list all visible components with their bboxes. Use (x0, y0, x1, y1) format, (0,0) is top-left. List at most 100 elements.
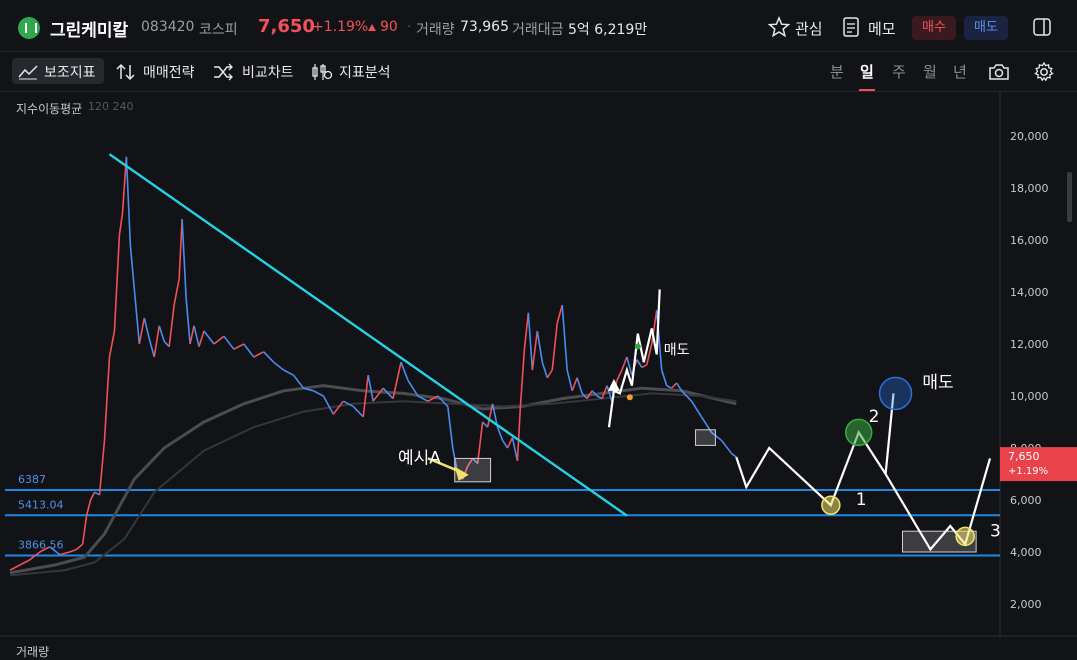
price-segment (163, 340, 170, 348)
price-segment (476, 421, 484, 464)
toolbar-item-indicator[interactable]: 보조지표 (44, 62, 96, 82)
price-segment (181, 219, 187, 298)
period-minute[interactable]: 분 (830, 61, 844, 82)
market-name: 코스피 (199, 22, 238, 38)
price-segment (641, 364, 648, 369)
price-segment (362, 375, 369, 417)
price-segment (158, 325, 165, 342)
header-bar: 그린케미칼 083420 코스피 7,650 +1.19% 90 · 거래량 7… (0, 0, 1077, 52)
price-segment (523, 312, 530, 350)
price-segment (85, 499, 92, 516)
price-segment (527, 312, 534, 371)
price-segment (352, 405, 364, 418)
price-segment (531, 330, 539, 371)
settings-gear-icon[interactable] (1033, 61, 1055, 83)
price-segment (189, 325, 195, 345)
moving-averages (9, 384, 737, 577)
toolbar-item-compare[interactable]: 비교차트 (242, 62, 294, 82)
buy-button[interactable]: 매수 (912, 16, 956, 40)
chart-scrollbar[interactable] (1067, 172, 1072, 222)
support-line-label: 6387 (18, 473, 46, 486)
price-segment (81, 515, 88, 545)
marker-circle (821, 495, 841, 515)
chart-toolbar: 보조지표 매매전략 비교차트 지표분석 분 일 주 월 년 (0, 52, 1077, 92)
price-segment (720, 439, 732, 454)
price-segment (198, 330, 205, 347)
price-segment (233, 343, 245, 350)
toolbar-item-strategy[interactable]: 매매전략 (143, 62, 195, 82)
price-segment (168, 304, 175, 347)
price-segment (9, 564, 21, 571)
price-segment (193, 325, 200, 347)
annotation-label: 2 (869, 407, 880, 427)
toolbar-item-analysis[interactable]: 지표분석 (339, 62, 391, 82)
memo-button[interactable]: 메모 (868, 18, 896, 39)
price-segment (125, 156, 132, 246)
price-chart[interactable]: 20,00018,00016,00014,00012,00010,0008,00… (0, 92, 1077, 638)
y-tick-label: 18,000 (1010, 182, 1049, 195)
indicator-icon[interactable] (18, 64, 38, 80)
price-segment (203, 330, 215, 345)
stock-name[interactable]: 그린케미칼 (50, 16, 128, 41)
price-segment (153, 325, 161, 358)
trendline (108, 153, 628, 517)
period-day[interactable]: 일 (860, 61, 874, 82)
memo-icon[interactable] (842, 16, 860, 38)
price-segment (143, 317, 151, 339)
separator-dot: · (407, 19, 412, 35)
annotation-label: 매도 (664, 342, 690, 358)
support-line-label: 5413.04 (18, 498, 64, 511)
sell-button[interactable]: 매도 (964, 16, 1008, 40)
trade-strategy-icon[interactable] (116, 63, 136, 81)
period-year[interactable]: 년 (953, 61, 967, 82)
price-segment (400, 361, 409, 381)
star-icon[interactable] (768, 16, 790, 38)
price-segment (178, 219, 183, 280)
price-segment (98, 440, 106, 495)
up-triangle-icon (368, 24, 376, 31)
price-segment (273, 361, 285, 371)
price-segment (322, 395, 335, 415)
price-segment (148, 338, 156, 358)
price-segment (730, 452, 737, 458)
change-amount: 90 (380, 19, 398, 35)
price-segment (76, 543, 84, 551)
analysis-icon[interactable] (311, 63, 333, 81)
price-segment (185, 297, 191, 345)
price-segment (519, 349, 526, 407)
y-tick-label: 2,000 (1010, 598, 1042, 611)
price-segment (243, 343, 255, 358)
price-segment (223, 335, 235, 350)
price-segment (511, 437, 519, 462)
price-segment (133, 289, 141, 345)
price-badge-value: 7,650 (1008, 450, 1040, 463)
marker-circles (821, 376, 975, 547)
price-segment (501, 439, 509, 449)
compare-icon[interactable] (213, 63, 233, 81)
amount-label: 거래대금 (512, 22, 564, 38)
price-segment (173, 278, 180, 306)
y-tick-label: 12,000 (1010, 338, 1049, 351)
volume-panel-label[interactable]: 거래량 (16, 643, 49, 660)
price-segment (313, 390, 324, 397)
period-month[interactable]: 월 (923, 61, 937, 82)
price-segment (660, 369, 668, 386)
price-segment (253, 351, 265, 358)
period-week[interactable]: 주 (892, 61, 906, 82)
price-segment (546, 369, 553, 379)
volume-label: 거래량 (416, 22, 455, 38)
panel-toggle-icon[interactable] (1032, 17, 1052, 37)
camera-icon[interactable] (988, 62, 1010, 82)
ema-240-line (9, 392, 737, 577)
y-axis-ticks: 20,00018,00016,00014,00012,00010,0008,00… (1010, 130, 1049, 611)
watch-button[interactable]: 관심 (795, 18, 823, 39)
stock-code: 083420 (141, 19, 195, 35)
price-segment (446, 406, 454, 449)
price-segment (19, 559, 31, 566)
price-segment (59, 551, 70, 556)
price-segment (551, 323, 559, 371)
price-segment (566, 369, 573, 391)
price-segment (283, 369, 294, 376)
y-tick-label: 14,000 (1010, 286, 1049, 299)
ema-120-line (9, 384, 737, 575)
